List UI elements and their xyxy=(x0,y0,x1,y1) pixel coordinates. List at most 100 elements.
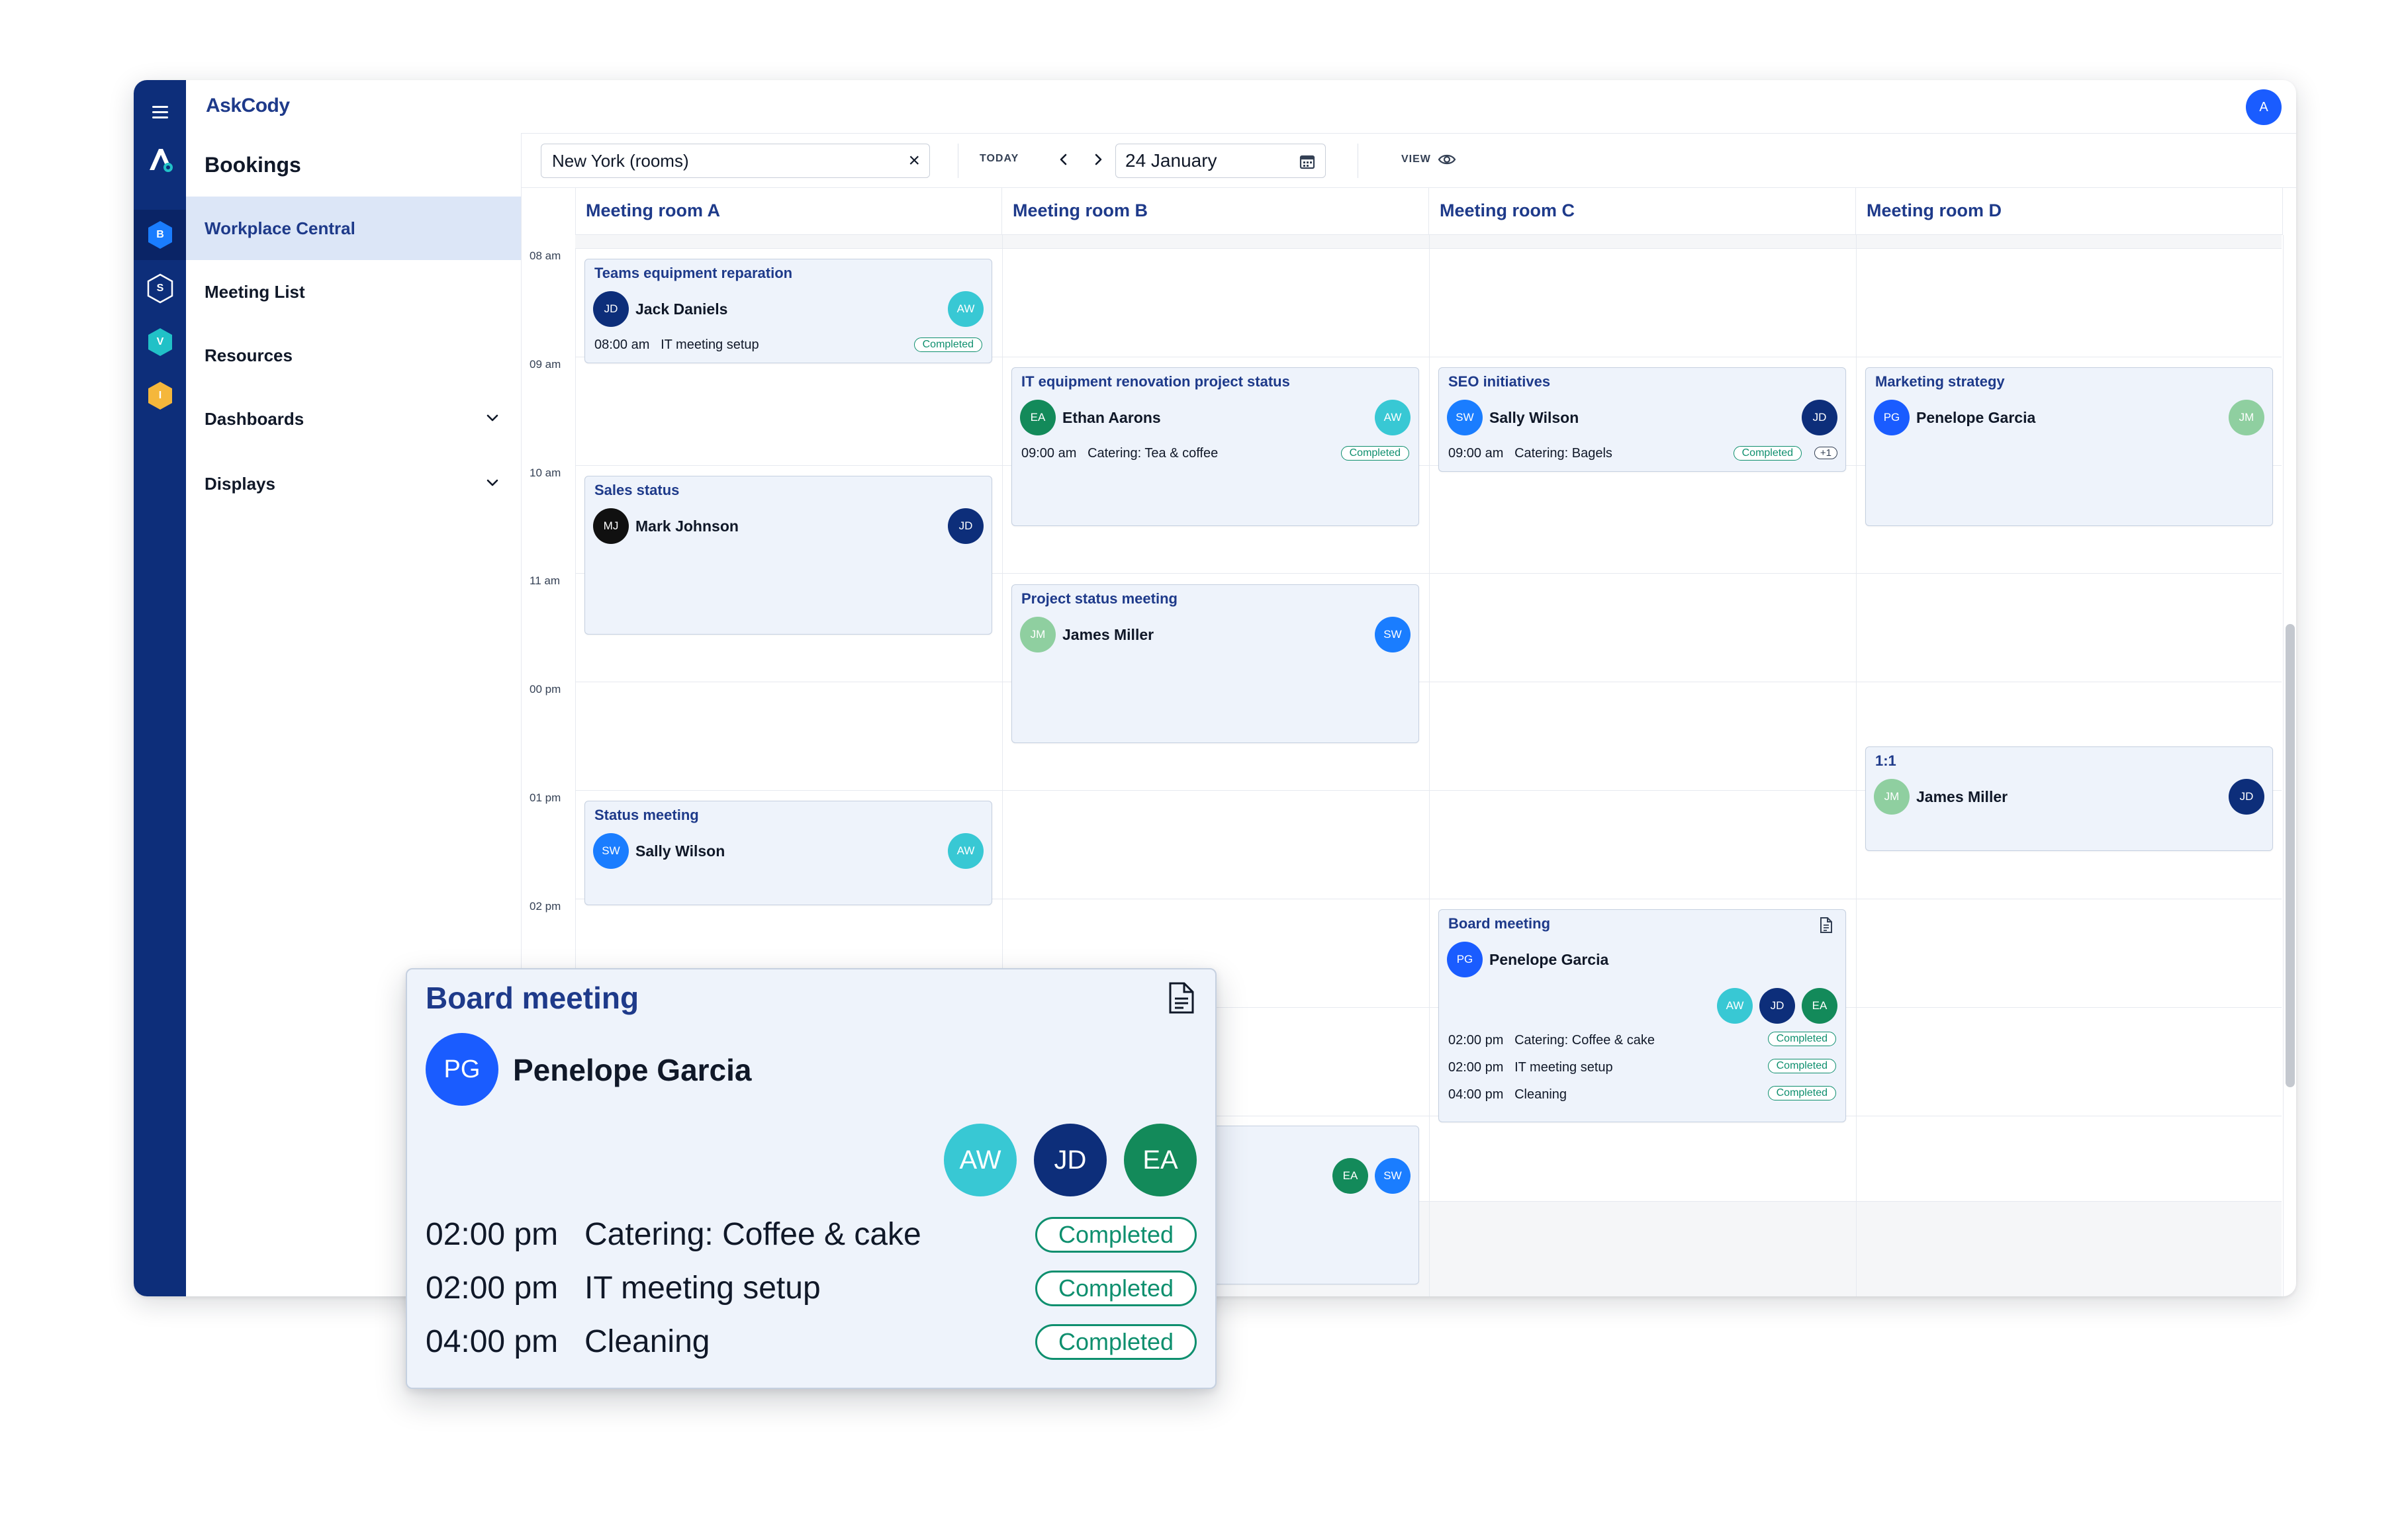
service-line: 08:00 am IT meeting setup xyxy=(594,337,759,353)
time-label: 00 pm xyxy=(530,683,561,695)
nav-item-label: Resources xyxy=(205,345,293,365)
app-visitors-icon[interactable]: V xyxy=(144,326,177,359)
prev-day-button[interactable] xyxy=(1050,145,1077,174)
document-icon[interactable] xyxy=(1168,981,1195,1014)
booking-card[interactable]: Teams equipment reparation JD Jack Danie… xyxy=(584,259,992,363)
status-badge: Completed xyxy=(1035,1217,1197,1253)
service-time: 02:00 pm xyxy=(426,1217,559,1252)
nav-item-label: Displays xyxy=(205,473,275,494)
organizer-name: James Miller xyxy=(1916,788,2008,805)
organizer-name: Sally Wilson xyxy=(635,842,725,860)
attendee-avatar: JD xyxy=(1802,400,1837,435)
nav-item-workplace-central[interactable]: Workplace Central xyxy=(186,197,521,260)
organizer-avatar: EA xyxy=(1020,400,1056,435)
service-time: 02:00 pm xyxy=(426,1271,559,1306)
organizer-name: James Miller xyxy=(1062,626,1154,643)
room-header-d[interactable]: Meeting room D xyxy=(1856,187,2283,235)
service-time: 02:00 pm xyxy=(1448,1033,1504,1048)
organizer-avatar: PG xyxy=(426,1033,498,1106)
booking-card[interactable]: 1:1 JM James Miller JD xyxy=(1865,746,2273,851)
nav-item-meeting-list[interactable]: Meeting List xyxy=(186,260,521,324)
attendee-avatar: AW xyxy=(1717,988,1753,1024)
chevron-down-icon xyxy=(486,414,498,422)
popup-title: Board meeting xyxy=(426,981,639,1015)
view-button[interactable]: VIEW xyxy=(1401,153,1456,166)
booking-card[interactable]: IT equipment renovation project status E… xyxy=(1011,367,1419,526)
booking-title: 1:1 xyxy=(1875,752,1896,769)
document-icon[interactable] xyxy=(1819,917,1833,934)
attendee-avatar: JD xyxy=(948,508,984,544)
organizer-name: Sally Wilson xyxy=(1489,409,1579,426)
status-badge: Completed xyxy=(1035,1271,1197,1306)
booking-card[interactable]: Project status meeting JM James Miller S… xyxy=(1011,584,1419,743)
booking-title: IT equipment renovation project status xyxy=(1021,373,1290,390)
service-row: 02:00 pm Catering: Coffee & cake xyxy=(426,1216,921,1253)
booking-title: Board meeting xyxy=(1448,915,1551,932)
booking-card[interactable]: Marketing strategy PG Penelope Garcia JM xyxy=(1865,367,2273,526)
status-badge: Completed xyxy=(1767,1032,1836,1046)
nav-item-displays[interactable]: Displays xyxy=(186,452,521,515)
date-picker[interactable]: 24 January xyxy=(1115,144,1326,178)
booking-card[interactable]: SEO initiatives SW Sally Wilson JD 09:00… xyxy=(1438,367,1846,472)
organizer-name: Ethan Aarons xyxy=(1062,409,1161,426)
attendee-avatar: AW xyxy=(944,1124,1017,1196)
attendee-avatar: SW xyxy=(1375,1158,1411,1194)
service-time: 04:00 pm xyxy=(1448,1087,1504,1102)
chevron-down-icon xyxy=(486,479,498,486)
time-label: 09 am xyxy=(530,358,561,371)
booking-title: Teams equipment reparation xyxy=(594,265,793,281)
attendee-avatar: JD xyxy=(1759,988,1795,1024)
booking-card[interactable]: Board meeting PG Penelope Garcia AW JD E… xyxy=(1438,909,1846,1122)
time-label: 08 am xyxy=(530,249,561,262)
time-label: 11 am xyxy=(530,574,560,587)
nav-item-label: Dashboards xyxy=(205,408,304,429)
app-services-icon[interactable]: S xyxy=(144,272,177,305)
brand-name: AskCody xyxy=(206,95,290,116)
calendar-icon[interactable] xyxy=(1299,153,1316,170)
nav-item-dashboards[interactable]: Dashboards xyxy=(186,387,521,451)
service-label: Catering: Coffee & cake xyxy=(584,1217,921,1252)
booking-title: Sales status xyxy=(594,482,680,498)
room-header-c[interactable]: Meeting room C xyxy=(1429,187,1856,235)
time-label: 02 pm xyxy=(530,900,561,913)
attendee-avatar: JD xyxy=(1034,1124,1107,1196)
organizer-avatar: JD xyxy=(593,291,629,327)
today-button[interactable]: TODAY xyxy=(980,153,1019,165)
location-select[interactable]: New York (rooms) × xyxy=(541,144,930,178)
status-badge: Completed xyxy=(1767,1059,1836,1073)
app-bookings-icon[interactable]: B xyxy=(144,218,177,251)
service-row: 02:00 pm IT meeting setup xyxy=(426,1270,821,1306)
organizer-avatar: JM xyxy=(1020,617,1056,652)
nav-item-resources[interactable]: Resources xyxy=(186,324,521,387)
service-line: 02:00 pm IT meeting setup xyxy=(1448,1060,1613,1075)
service-label: Catering: Bagels xyxy=(1514,446,1612,461)
service-time: 04:00 pm xyxy=(426,1324,559,1359)
service-time: 02:00 pm xyxy=(1448,1060,1504,1075)
calendar-toolbar: New York (rooms) × TODAY 24 January VIEW xyxy=(521,133,2296,188)
menu-icon[interactable] xyxy=(147,99,173,125)
status-badge: Completed xyxy=(1035,1324,1197,1360)
booking-detail-popup[interactable]: Board meeting PG Penelope Garcia AW JD E… xyxy=(406,968,1217,1389)
booking-title: Project status meeting xyxy=(1021,590,1178,607)
clear-icon[interactable]: × xyxy=(908,150,920,172)
service-label: Cleaning xyxy=(1514,1087,1567,1102)
status-badge: Completed xyxy=(1733,446,1802,461)
room-header-a[interactable]: Meeting room A xyxy=(575,187,1002,235)
booking-card[interactable]: Sales status MJ Mark Johnson JD xyxy=(584,476,992,635)
service-line: 09:00 am Catering: Tea & coffee xyxy=(1021,446,1218,461)
service-line: 09:00 am Catering: Bagels xyxy=(1448,446,1612,461)
more-services-badge[interactable]: +1 xyxy=(1814,447,1837,459)
room-header-b[interactable]: Meeting room B xyxy=(1002,187,1429,235)
user-avatar[interactable]: A xyxy=(2246,89,2282,125)
service-label: Catering: Tea & coffee xyxy=(1088,446,1219,461)
chevron-left-icon xyxy=(1060,154,1067,165)
booking-card[interactable]: Status meeting SW Sally Wilson AW xyxy=(584,801,992,905)
vertical-scrollbar[interactable] xyxy=(2286,624,2295,1087)
attendee-avatar: EA xyxy=(1802,988,1837,1024)
organizer-avatar: MJ xyxy=(593,508,629,544)
organizer-avatar: PG xyxy=(1447,942,1483,977)
organizer-avatar: JM xyxy=(1874,779,1910,815)
app-insights-icon[interactable]: I xyxy=(144,379,177,412)
service-label: IT meeting setup xyxy=(584,1271,821,1306)
next-day-button[interactable] xyxy=(1085,145,1111,174)
